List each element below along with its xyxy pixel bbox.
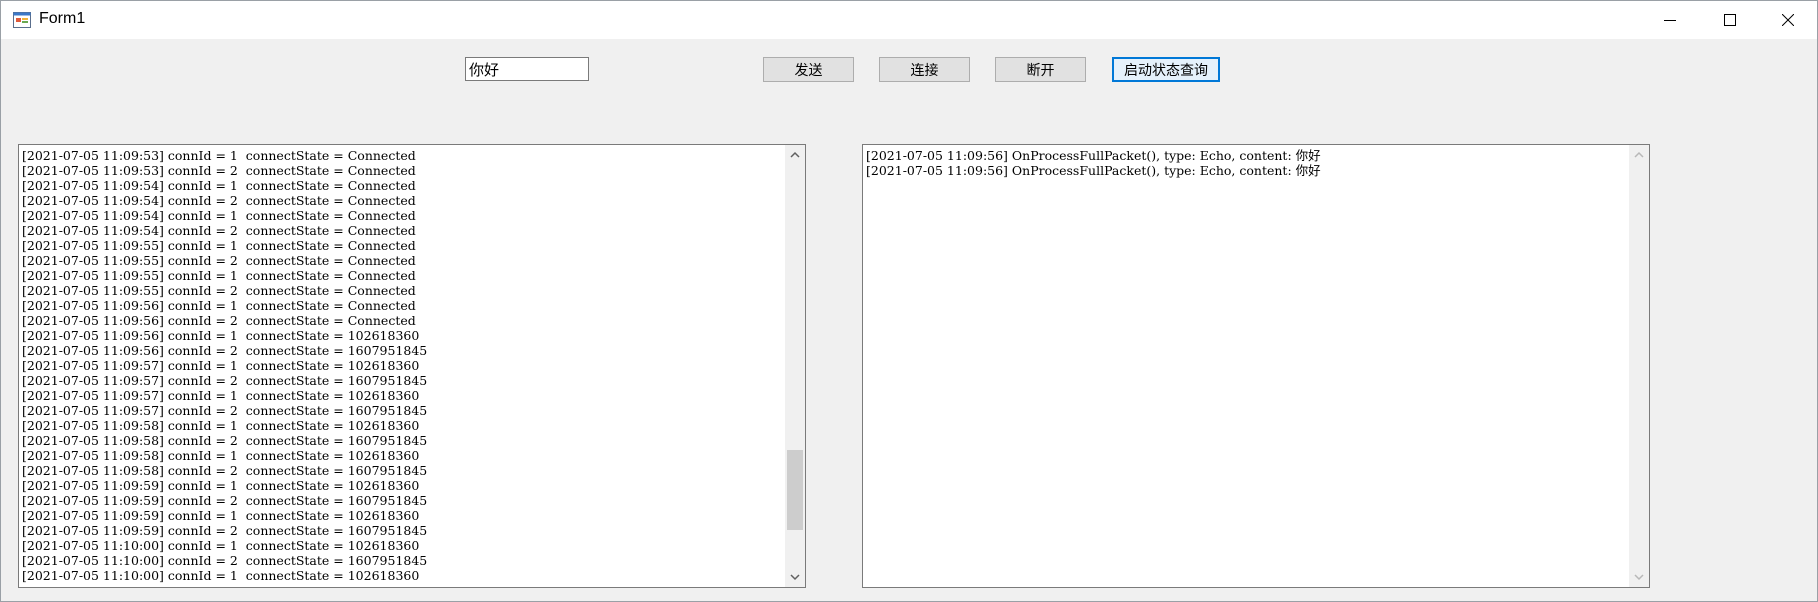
- log-line: [2021-07-05 11:09:54] connId = 2 connect…: [22, 223, 416, 238]
- minimize-icon: [1664, 20, 1676, 21]
- packet-log-lines: [2021-07-05 11:09:56] OnProcessFullPacke…: [866, 148, 1627, 178]
- log-line: [2021-07-05 11:09:57] connId = 1 connect…: [22, 358, 420, 373]
- log-line: [2021-07-05 11:09:54] connId = 2 connect…: [22, 193, 416, 208]
- log-line: [2021-07-05 11:09:56] OnProcessFullPacke…: [866, 148, 1321, 163]
- send-button[interactable]: 发送: [763, 57, 854, 82]
- chevron-down-icon: [790, 574, 800, 581]
- log-line: [2021-07-05 11:09:56] OnProcessFullPacke…: [866, 163, 1321, 178]
- log-line: [2021-07-05 11:09:57] connId = 1 connect…: [22, 388, 420, 403]
- log-line: [2021-07-05 11:09:59] connId = 2 connect…: [22, 523, 428, 538]
- maximize-button[interactable]: [1703, 1, 1759, 39]
- log-line: [2021-07-05 11:09:53] connId = 2 connect…: [22, 163, 416, 178]
- log-line: [2021-07-05 11:09:57] connId = 2 connect…: [22, 403, 428, 418]
- log-line: [2021-07-05 11:09:55] connId = 2 connect…: [22, 253, 416, 268]
- start-status-query-button[interactable]: 启动状态查询: [1112, 57, 1220, 82]
- chevron-up-icon: [1634, 151, 1644, 158]
- log-line: [2021-07-05 11:09:56] connId = 2 connect…: [22, 343, 428, 358]
- log-line: [2021-07-05 11:09:58] connId = 1 connect…: [22, 448, 420, 463]
- log-line: [2021-07-05 11:09:55] connId = 1 connect…: [22, 238, 416, 253]
- log-line: [2021-07-05 11:09:58] connId = 2 connect…: [22, 433, 428, 448]
- log-line: [2021-07-05 11:09:56] connId = 1 connect…: [22, 298, 416, 313]
- left-log-scrollbar[interactable]: [785, 145, 805, 587]
- connection-state-log-lines: [2021-07-05 11:09:53] connId = 1 connect…: [22, 148, 783, 583]
- log-line: [2021-07-05 11:09:59] connId = 1 connect…: [22, 478, 420, 493]
- packet-log[interactable]: [2021-07-05 11:09:56] OnProcessFullPacke…: [862, 144, 1650, 588]
- log-line: [2021-07-05 11:09:54] connId = 1 connect…: [22, 178, 416, 193]
- connection-state-log[interactable]: [2021-07-05 11:09:53] connId = 1 connect…: [18, 144, 806, 588]
- minimize-button[interactable]: [1643, 1, 1699, 39]
- log-line: [2021-07-05 11:09:59] connId = 2 connect…: [22, 493, 428, 508]
- log-line: [2021-07-05 11:10:00] connId = 1 connect…: [22, 568, 420, 583]
- close-button[interactable]: [1761, 1, 1817, 39]
- left-scroll-up-button[interactable]: [785, 145, 805, 165]
- form-app-icon[interactable]: [13, 12, 31, 28]
- log-line: [2021-07-05 11:09:58] connId = 2 connect…: [22, 463, 428, 478]
- title-bar[interactable]: Form1: [1, 1, 1817, 39]
- right-scroll-up-button[interactable]: [1629, 145, 1649, 165]
- log-line: [2021-07-05 11:10:00] connId = 2 connect…: [22, 553, 428, 568]
- log-line: [2021-07-05 11:09:53] connId = 1 connect…: [22, 148, 416, 163]
- right-scroll-down-button[interactable]: [1629, 567, 1649, 587]
- log-line: [2021-07-05 11:10:00] connId = 1 connect…: [22, 538, 420, 553]
- log-line: [2021-07-05 11:09:57] connId = 2 connect…: [22, 373, 428, 388]
- close-icon: [1782, 14, 1794, 26]
- log-line: [2021-07-05 11:09:58] connId = 1 connect…: [22, 418, 420, 433]
- right-log-scrollbar[interactable]: [1629, 145, 1649, 587]
- chevron-down-icon: [1634, 574, 1644, 581]
- maximize-icon: [1724, 14, 1736, 26]
- log-line: [2021-07-05 11:09:56] connId = 2 connect…: [22, 313, 416, 328]
- log-line: [2021-07-05 11:09:55] connId = 2 connect…: [22, 283, 416, 298]
- log-line: [2021-07-05 11:09:59] connId = 1 connect…: [22, 508, 420, 523]
- window-title: Form1: [39, 10, 86, 27]
- message-input[interactable]: [465, 57, 589, 81]
- left-scroll-down-button[interactable]: [785, 567, 805, 587]
- log-line: [2021-07-05 11:09:55] connId = 1 connect…: [22, 268, 416, 283]
- disconnect-button[interactable]: 断开: [995, 57, 1086, 82]
- log-line: [2021-07-05 11:09:56] connId = 1 connect…: [22, 328, 420, 343]
- log-line: [2021-07-05 11:09:54] connId = 1 connect…: [22, 208, 416, 223]
- main-window: Form1 发送 连接 断开 启动状态查询 [2021-07-05 11:09:…: [0, 0, 1818, 602]
- left-scroll-thumb[interactable]: [787, 450, 803, 530]
- chevron-up-icon: [790, 151, 800, 158]
- connect-button[interactable]: 连接: [879, 57, 970, 82]
